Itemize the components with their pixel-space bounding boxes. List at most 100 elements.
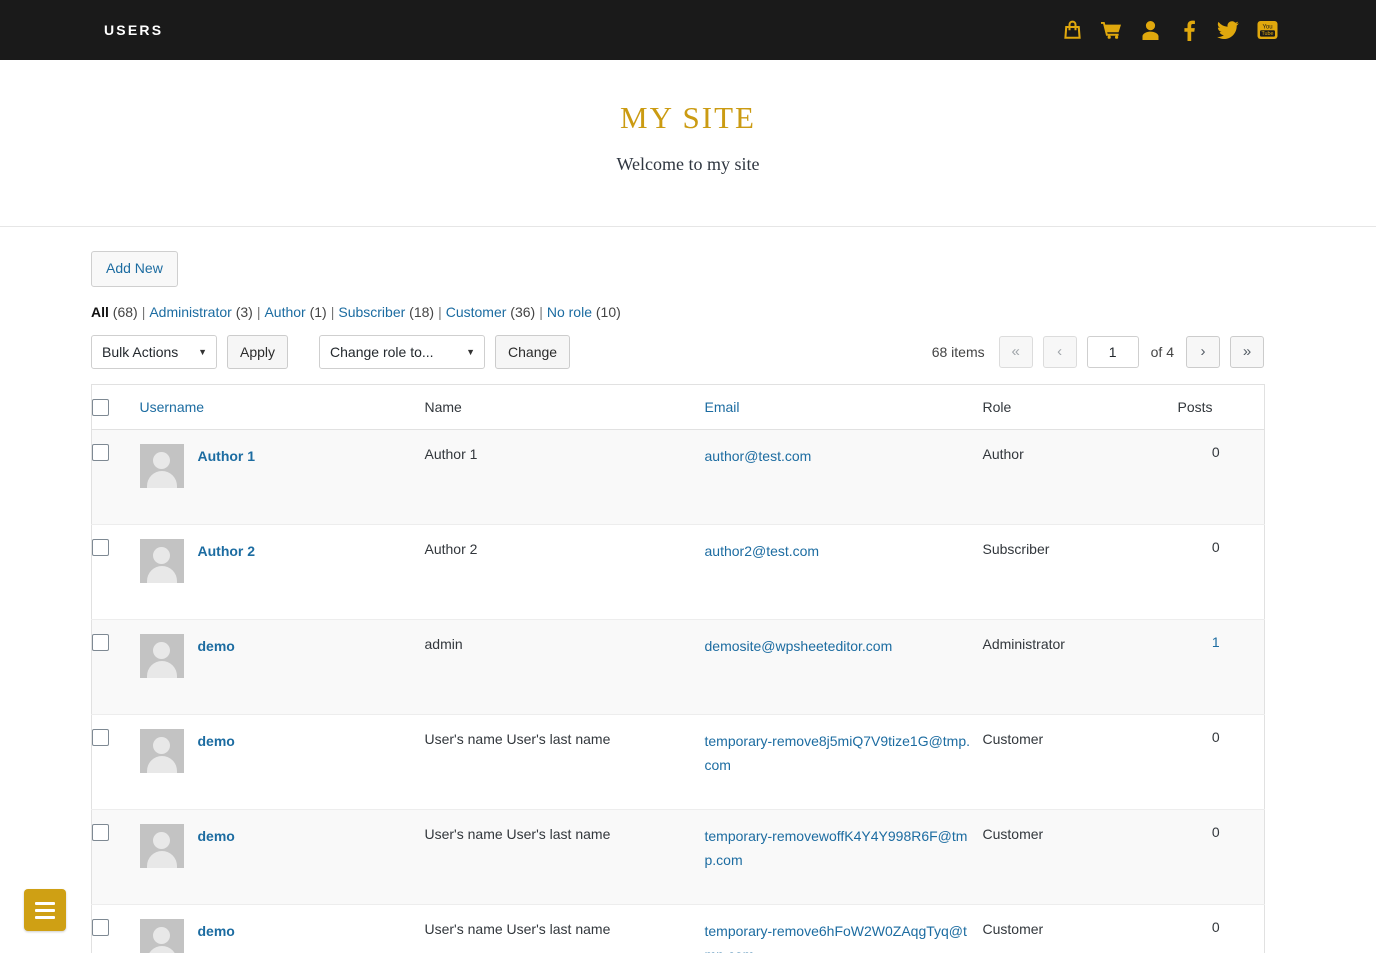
column-header-role: Role <box>982 384 1178 430</box>
users-admin-content: Add New All (68) | Administrator (3) | Autho… <box>0 227 1376 953</box>
row-select-cell <box>91 714 140 810</box>
column-header-posts: Posts <box>1177 384 1265 430</box>
email-link[interactable]: author@test.com <box>705 448 812 464</box>
posts-cell: 0 <box>1177 904 1265 953</box>
filter-subscriber-count: (18) <box>409 303 435 320</box>
facebook-icon[interactable] <box>1176 15 1202 45</box>
column-header-email: Email <box>704 384 983 430</box>
username-link[interactable]: demo <box>198 824 235 846</box>
apply-button[interactable]: Apply <box>227 334 289 369</box>
column-header-name: Name <box>424 384 705 430</box>
filter-customer-label[interactable]: Customer <box>446 304 507 320</box>
filter-author-label[interactable]: Author <box>264 304 305 320</box>
topbar-icon-group: You Tube <box>1059 15 1280 45</box>
filter-all-label: All <box>91 303 109 320</box>
avatar <box>139 823 184 868</box>
users-table-body: Author 1 Author 1 author@test.com Author… <box>91 429 1265 953</box>
avatar <box>139 728 184 773</box>
username-link[interactable]: demo <box>198 919 235 941</box>
change-role-select[interactable]: Change role to... ▼ <box>319 334 486 369</box>
username-link[interactable]: demo <box>198 729 235 751</box>
chevron-down-icon: ▼ <box>198 346 207 357</box>
filter-subscriber[interactable]: Subscriber (18) <box>338 304 434 320</box>
email-link[interactable]: temporary-remove8j5miQ7V9tize1G@tmp.com <box>705 733 971 773</box>
bulk-actions-select[interactable]: Bulk Actions ▼ <box>91 334 217 369</box>
filter-administrator[interactable]: Administrator (3) <box>149 304 252 320</box>
shopping-cart-icon[interactable] <box>1098 15 1124 45</box>
select-all-header <box>91 384 140 430</box>
filter-administrator-count: (3) <box>235 303 253 320</box>
table-row: demo admin demosite@wpsheeteditor.com Ad… <box>91 619 1265 715</box>
hamburger-icon-bar <box>35 908 55 912</box>
add-new-button[interactable]: Add New <box>91 251 178 287</box>
filter-no-role[interactable]: No role (10) <box>547 304 621 320</box>
filter-all[interactable]: All (68) <box>91 304 138 320</box>
email-cell: demosite@wpsheeteditor.com <box>704 619 983 715</box>
bulk-actions-group: Bulk Actions ▼ Apply Change role to... ▼… <box>91 334 571 369</box>
sort-email-link[interactable]: Email <box>705 399 740 415</box>
row-checkbox[interactable] <box>92 918 109 936</box>
row-checkbox[interactable] <box>92 823 109 841</box>
email-link[interactable]: temporary-removewoffK4Y4Y998R6F@tmp.com <box>705 828 968 868</box>
svg-text:You: You <box>1262 25 1272 31</box>
row-checkbox[interactable] <box>92 633 109 651</box>
posts-link[interactable]: 1 <box>1212 634 1220 650</box>
select-all-checkbox[interactable] <box>92 398 109 416</box>
posts-cell: 0 <box>1177 429 1265 525</box>
filter-all-count: (68) <box>112 303 138 320</box>
filter-separator: | <box>330 303 335 320</box>
filter-author[interactable]: Author (1) <box>264 304 326 320</box>
filter-no-role-label[interactable]: No role <box>547 304 592 320</box>
row-checkbox[interactable] <box>92 538 109 556</box>
hamburger-icon-bar <box>35 915 55 919</box>
filter-separator: | <box>438 303 442 320</box>
table-row: demo User's name User's last name tempor… <box>91 809 1265 905</box>
chevron-down-icon: ▼ <box>466 346 476 357</box>
name-cell: User's name User's last name <box>424 714 705 810</box>
site-header: MY SITE Welcome to my site <box>0 60 1376 227</box>
change-role-button[interactable]: Change <box>495 334 571 369</box>
name-cell: Author 1 <box>424 429 705 525</box>
youtube-icon[interactable]: You Tube <box>1254 15 1280 45</box>
sort-username-link[interactable]: Username <box>140 399 205 415</box>
site-title: MY SITE <box>620 100 756 135</box>
table-row: demo User's name User's last name tempor… <box>91 904 1265 953</box>
posts-cell: 0 <box>1177 714 1265 810</box>
next-page-button[interactable]: › <box>1186 335 1220 368</box>
user-account-icon[interactable] <box>1137 15 1163 45</box>
username-link[interactable]: Author 2 <box>198 539 256 561</box>
row-checkbox[interactable] <box>92 443 109 461</box>
row-select-cell <box>91 524 140 620</box>
table-row: demo User's name User's last name tempor… <box>91 714 1265 810</box>
menu-toggle-button[interactable] <box>24 889 66 931</box>
first-page-button[interactable]: « <box>998 335 1033 368</box>
current-page-input[interactable] <box>1086 335 1139 368</box>
filter-customer[interactable]: Customer (36) <box>446 304 535 320</box>
filter-no-role-count: (10) <box>595 303 621 320</box>
prev-page-button[interactable]: ‹ <box>1042 335 1077 368</box>
role-cell: Customer <box>982 714 1178 810</box>
filter-administrator-label[interactable]: Administrator <box>149 304 231 320</box>
last-page-button[interactable]: » <box>1230 335 1264 368</box>
row-checkbox[interactable] <box>92 728 109 746</box>
twitter-icon[interactable] <box>1215 15 1241 45</box>
email-link[interactable]: author2@test.com <box>705 543 820 559</box>
svg-text:Tube: Tube <box>1261 31 1273 37</box>
filter-separator: | <box>539 303 543 320</box>
role-cell: Customer <box>982 904 1178 953</box>
username-link[interactable]: demo <box>198 634 235 656</box>
shopping-bag-icon[interactable] <box>1059 15 1085 45</box>
filter-author-count: (1) <box>309 303 327 320</box>
change-role-value: Change role to... <box>330 343 434 360</box>
bulk-actions-value: Bulk Actions <box>102 343 179 360</box>
email-link[interactable]: demosite@wpsheeteditor.com <box>705 638 893 654</box>
filter-subscriber-label[interactable]: Subscriber <box>338 304 405 320</box>
username-link[interactable]: Author 1 <box>198 444 256 466</box>
posts-cell: 1 <box>1177 619 1265 715</box>
email-link[interactable]: temporary-remove6hFoW2W0ZAqgTyq@tmp.com <box>705 923 967 953</box>
column-header-username: Username <box>139 384 425 430</box>
users-table-head: Username Name Email Role Posts <box>91 384 1265 430</box>
row-select-cell <box>91 809 140 905</box>
row-select-cell <box>91 619 140 715</box>
avatar <box>139 443 184 488</box>
